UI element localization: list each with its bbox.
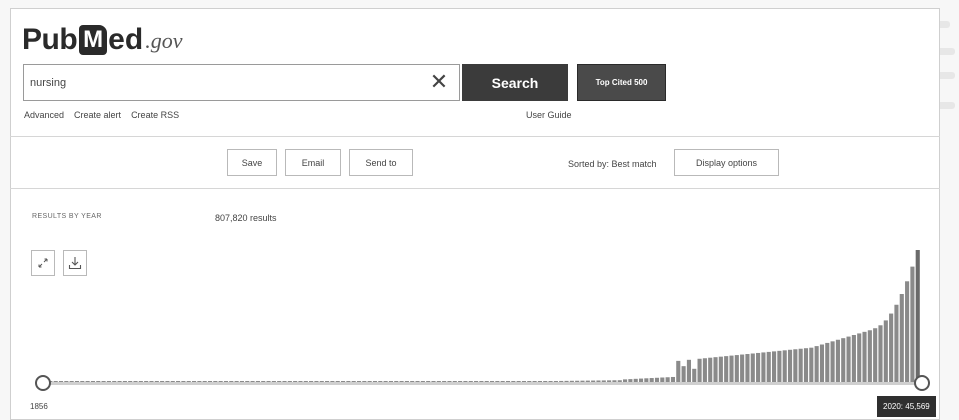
email-button[interactable]: Email [285,149,341,176]
save-button[interactable]: Save [227,149,277,176]
search-sub-links: Advanced Create alert Create RSS [24,110,179,120]
logo-gov: .gov [145,28,183,53]
logo-m: M [79,25,108,55]
expand-chart-button[interactable] [31,250,55,276]
expand-icon [38,258,48,268]
send-to-button[interactable]: Send to [349,149,413,176]
results-count: 807,820 results [215,213,277,223]
timeline-end-handle[interactable] [914,375,930,391]
create-alert-link[interactable]: Create alert [74,110,121,120]
advanced-link[interactable]: Advanced [24,110,64,120]
top-cited-button[interactable]: Top Cited 500 [577,64,666,101]
sort-label[interactable]: Sorted by: Best match [568,159,657,169]
display-options-button[interactable]: Display options [674,149,779,176]
action-bar: Save Email Send to [227,149,413,176]
user-guide-link[interactable]: User Guide [526,110,572,120]
logo-ed: ed [108,23,144,56]
search-input[interactable] [24,65,404,100]
timeline-start-year: 1856 [30,402,48,411]
divider [10,136,940,137]
divider [10,188,940,189]
search-box: ✕ [23,64,460,101]
pubmed-logo[interactable]: Pub M ed .gov [22,13,182,57]
clear-icon[interactable]: ✕ [429,71,449,93]
timeline-start-handle[interactable] [35,375,51,391]
results-by-year-label: RESULTS BY YEAR [32,213,102,220]
search-button[interactable]: Search [462,64,568,101]
download-chart-button[interactable] [63,250,87,276]
logo-pub: Pub [22,23,78,56]
create-rss-link[interactable]: Create RSS [131,110,179,120]
timeline-end-label: 2020: 45,569 [877,396,936,417]
download-icon [68,257,82,270]
